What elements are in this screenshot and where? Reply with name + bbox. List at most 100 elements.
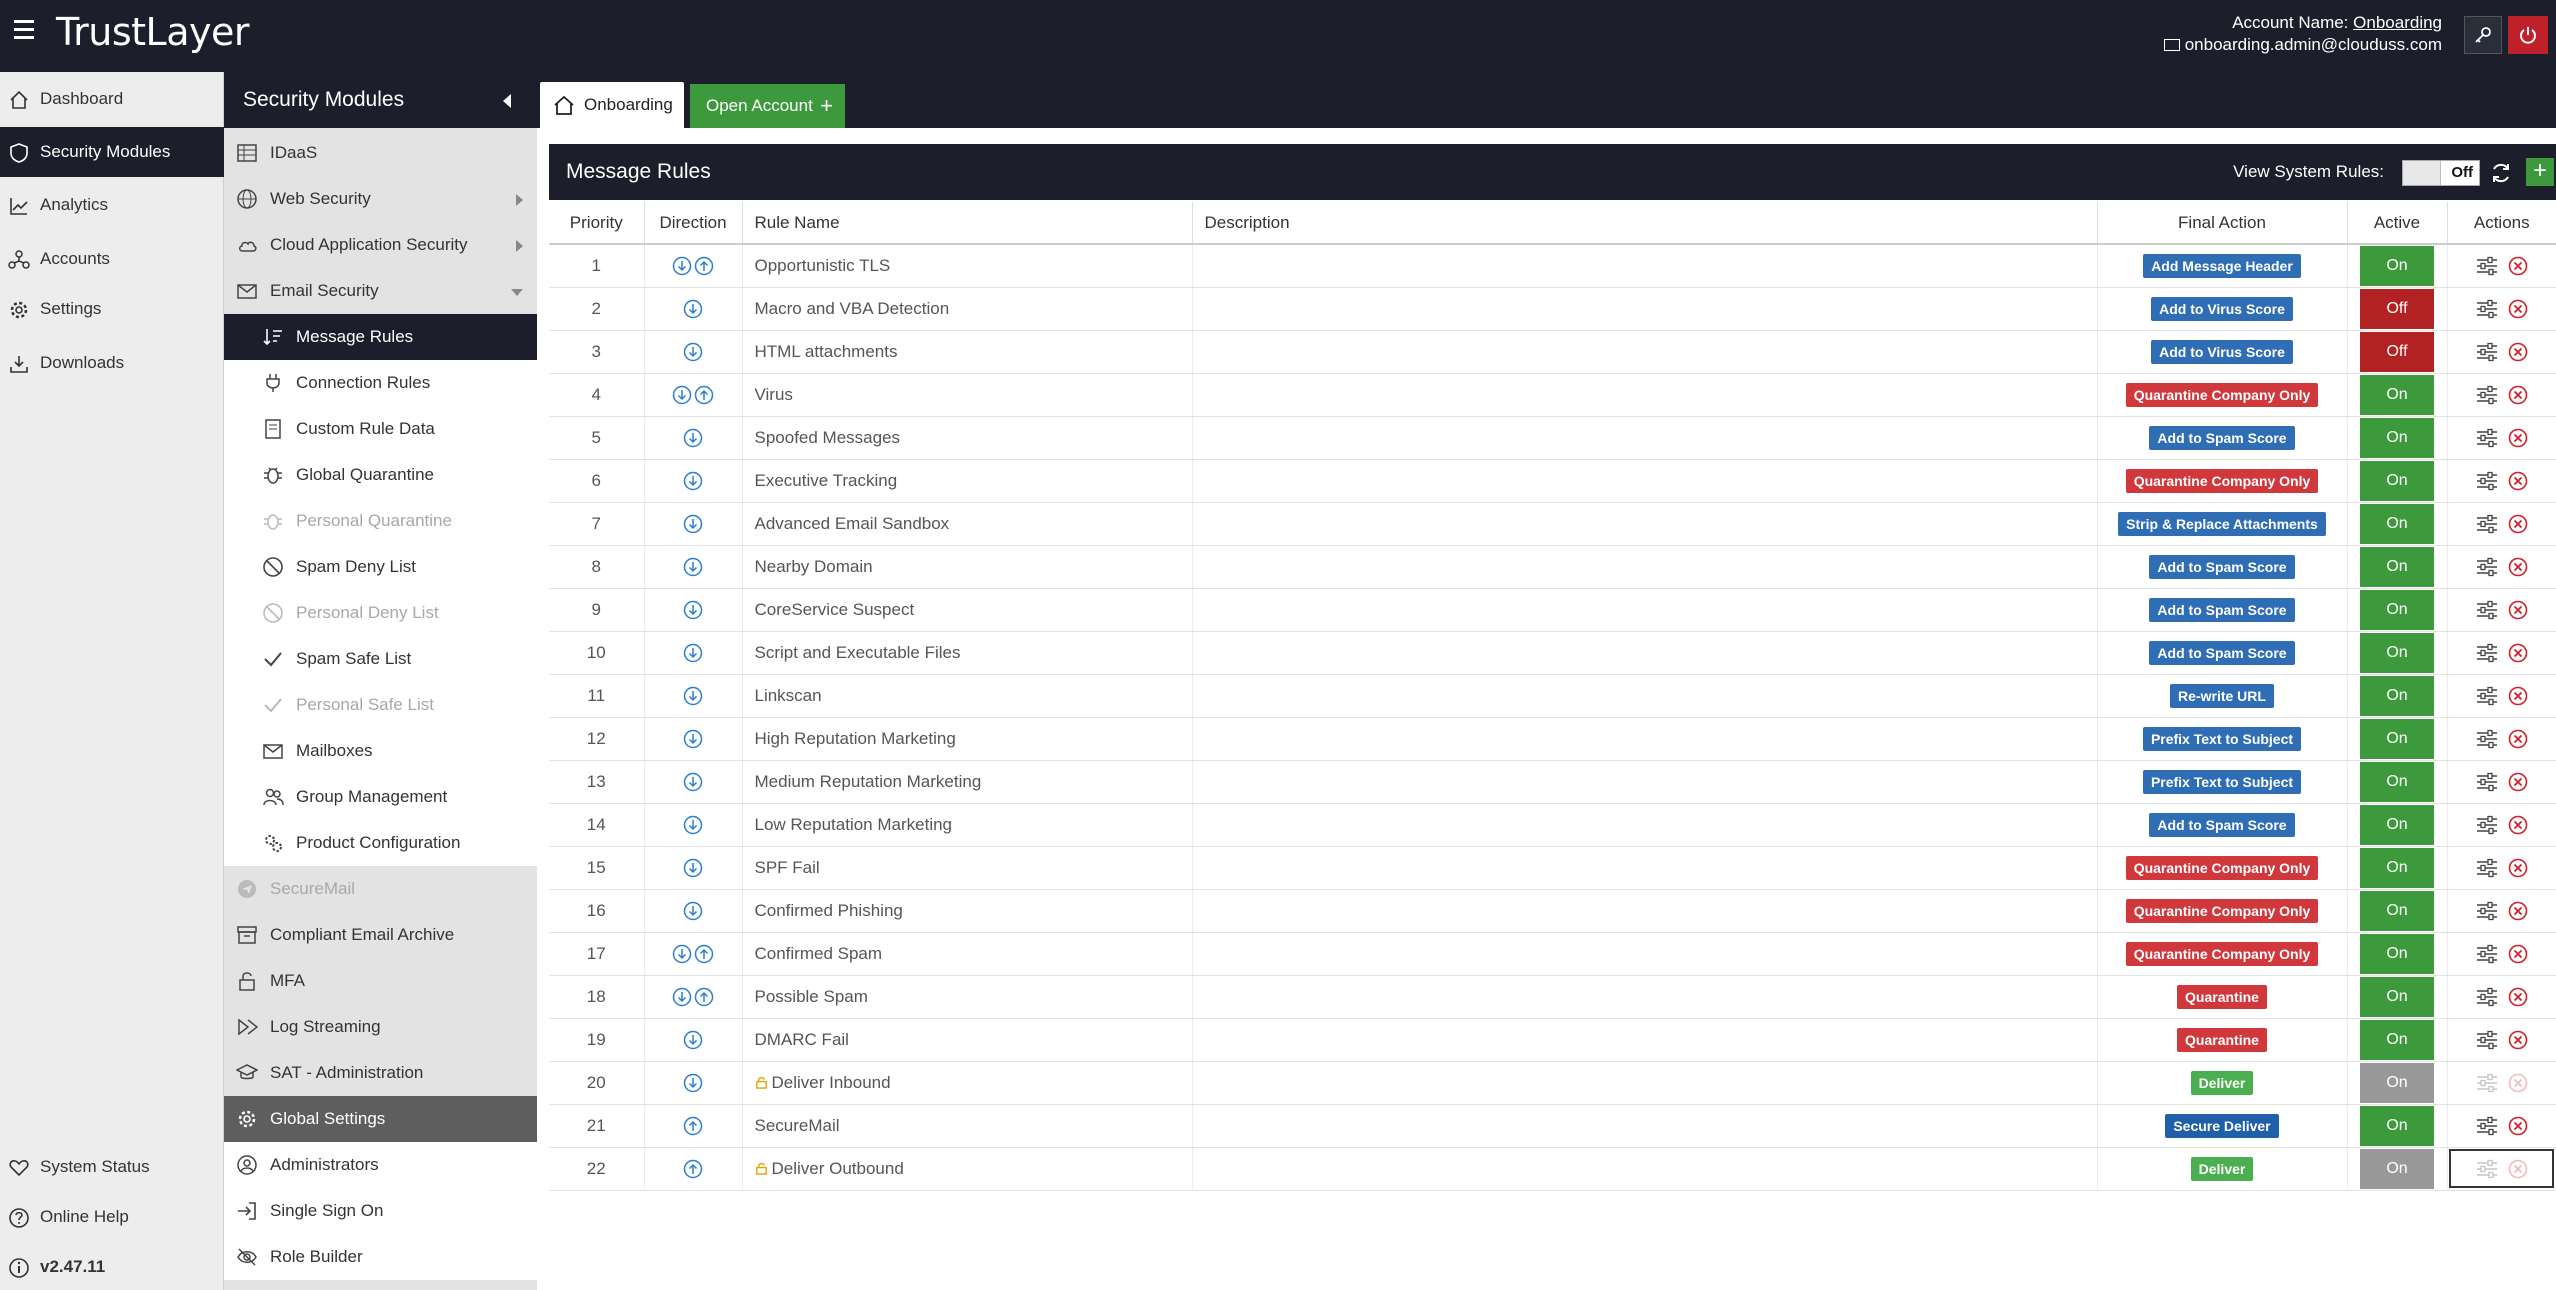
key-button[interactable] bbox=[2464, 16, 2502, 54]
table-row[interactable]: 19 DMARC Fail Quarantine On bbox=[549, 1018, 2556, 1062]
delete-icon[interactable] bbox=[2508, 1116, 2528, 1136]
logout-button[interactable] bbox=[2508, 16, 2548, 54]
settings-sliders-icon[interactable] bbox=[2476, 1116, 2498, 1136]
cell-rule-name[interactable]: Medium Reputation Marketing bbox=[742, 760, 1193, 804]
table-row[interactable]: 17 Confirmed Spam Quarantine Company Only O… bbox=[549, 932, 2556, 976]
delete-icon[interactable] bbox=[2508, 901, 2528, 921]
active-toggle[interactable]: On bbox=[2360, 1019, 2434, 1060]
settings-sliders-icon[interactable] bbox=[2476, 557, 2498, 577]
active-toggle[interactable]: Off bbox=[2360, 288, 2434, 329]
hamburger-menu-icon[interactable] bbox=[14, 20, 36, 42]
header-direction[interactable]: Direction bbox=[644, 202, 743, 245]
cell-rule-name[interactable]: High Reputation Marketing bbox=[742, 717, 1193, 761]
table-row[interactable]: 16 Confirmed Phishing Quarantine Company O… bbox=[549, 889, 2556, 933]
sec-item-product-configuration[interactable]: Product Configuration bbox=[224, 820, 537, 866]
table-row[interactable]: 22 Deliver Outbound Deliver On bbox=[549, 1147, 2556, 1191]
sec-item-idaas[interactable]: IDaaS bbox=[224, 130, 537, 176]
active-toggle[interactable]: On bbox=[2360, 675, 2434, 716]
account-name-link[interactable]: Onboarding bbox=[2353, 13, 2442, 32]
settings-sliders-icon[interactable] bbox=[2476, 643, 2498, 663]
cell-rule-name[interactable]: Deliver Inbound bbox=[742, 1061, 1193, 1105]
nav-analytics[interactable]: Analytics bbox=[0, 180, 224, 230]
active-toggle[interactable]: On bbox=[2360, 890, 2434, 931]
settings-sliders-icon[interactable] bbox=[2476, 815, 2498, 835]
sec-item-sat-administration[interactable]: SAT - Administration bbox=[224, 1050, 537, 1096]
delete-icon[interactable] bbox=[2508, 299, 2528, 319]
delete-icon[interactable] bbox=[2508, 385, 2528, 405]
table-row[interactable]: 5 Spoofed Messages Add to Spam Score On bbox=[549, 416, 2556, 460]
active-toggle[interactable]: On bbox=[2360, 976, 2434, 1017]
sec-item-personal-deny-list[interactable]: Personal Deny List bbox=[224, 590, 537, 636]
table-row[interactable]: 11 Linkscan Re-write URL On bbox=[549, 674, 2556, 718]
settings-sliders-icon[interactable] bbox=[2476, 428, 2498, 448]
delete-icon[interactable] bbox=[2508, 729, 2528, 749]
delete-icon[interactable] bbox=[2508, 1073, 2528, 1093]
table-row[interactable]: 14 Low Reputation Marketing Add to Spam Sc… bbox=[549, 803, 2556, 847]
sec-item-spam-deny-list[interactable]: Spam Deny List bbox=[224, 544, 537, 590]
sec-item-global-quarantine[interactable]: Global Quarantine bbox=[224, 452, 537, 498]
table-row[interactable]: 10 Script and Executable Files Add to Spam… bbox=[549, 631, 2556, 675]
collapse-icon[interactable] bbox=[511, 289, 523, 296]
table-row[interactable]: 21 SecureMail Secure Deliver On bbox=[549, 1104, 2556, 1148]
tab-onboarding[interactable]: Onboarding bbox=[540, 82, 684, 128]
table-row[interactable]: 15 SPF Fail Quarantine Company Only On bbox=[549, 846, 2556, 890]
table-row[interactable]: 4 Virus Quarantine Company Only On bbox=[549, 373, 2556, 417]
settings-sliders-icon[interactable] bbox=[2476, 772, 2498, 792]
active-toggle[interactable]: On bbox=[2360, 632, 2434, 673]
header-rule-name[interactable]: Rule Name bbox=[742, 202, 1193, 245]
delete-icon[interactable] bbox=[2508, 1159, 2528, 1179]
delete-icon[interactable] bbox=[2508, 342, 2528, 362]
cell-rule-name[interactable]: Macro and VBA Detection bbox=[742, 287, 1193, 331]
open-account-button[interactable]: Open Account + bbox=[690, 84, 845, 128]
cell-rule-name[interactable]: Executive Tracking bbox=[742, 459, 1193, 503]
active-toggle[interactable]: On bbox=[2360, 847, 2434, 888]
collapse-panel-icon[interactable] bbox=[503, 94, 511, 108]
active-toggle[interactable]: On bbox=[2360, 417, 2434, 458]
table-row[interactable]: 3 HTML attachments Add to Virus Score Off bbox=[549, 330, 2556, 374]
active-toggle[interactable]: On bbox=[2360, 546, 2434, 587]
table-row[interactable]: 8 Nearby Domain Add to Spam Score On bbox=[549, 545, 2556, 589]
sec-item-group-management[interactable]: Group Management bbox=[224, 774, 537, 820]
cell-rule-name[interactable]: Virus bbox=[742, 373, 1193, 417]
cell-rule-name[interactable]: SPF Fail bbox=[742, 846, 1193, 890]
delete-icon[interactable] bbox=[2508, 256, 2528, 276]
nav-accounts[interactable]: Accounts bbox=[0, 234, 224, 284]
delete-icon[interactable] bbox=[2508, 858, 2528, 878]
sec-item-securemail[interactable]: SecureMail bbox=[224, 866, 537, 912]
nav-settings[interactable]: Settings bbox=[0, 284, 224, 334]
settings-sliders-icon[interactable] bbox=[2476, 342, 2498, 362]
header-final-action[interactable]: Final Action bbox=[2097, 202, 2348, 245]
settings-sliders-icon[interactable] bbox=[2476, 1073, 2498, 1093]
expand-icon[interactable] bbox=[516, 194, 523, 206]
sec-item-single-sign-on[interactable]: Single Sign On bbox=[224, 1188, 537, 1234]
active-toggle[interactable]: On bbox=[2360, 933, 2434, 974]
active-toggle[interactable]: On bbox=[2360, 503, 2434, 544]
settings-sliders-icon[interactable] bbox=[2476, 514, 2498, 534]
sec-item-connection-rules[interactable]: Connection Rules bbox=[224, 360, 537, 406]
delete-icon[interactable] bbox=[2508, 772, 2528, 792]
header-priority[interactable]: Priority bbox=[549, 202, 645, 245]
delete-icon[interactable] bbox=[2508, 686, 2528, 706]
cell-rule-name[interactable]: Script and Executable Files bbox=[742, 631, 1193, 675]
settings-sliders-icon[interactable] bbox=[2476, 686, 2498, 706]
delete-icon[interactable] bbox=[2508, 987, 2528, 1007]
settings-sliders-icon[interactable] bbox=[2476, 1030, 2498, 1050]
table-row[interactable]: 13 Medium Reputation Marketing Prefix Text… bbox=[549, 760, 2556, 804]
settings-sliders-icon[interactable] bbox=[2476, 600, 2498, 620]
add-rule-button[interactable]: + bbox=[2526, 158, 2554, 186]
cell-rule-name[interactable]: CoreService Suspect bbox=[742, 588, 1193, 632]
delete-icon[interactable] bbox=[2508, 643, 2528, 663]
settings-sliders-icon[interactable] bbox=[2476, 385, 2498, 405]
cell-rule-name[interactable]: Nearby Domain bbox=[742, 545, 1193, 589]
sec-item-spam-safe-list[interactable]: Spam Safe List bbox=[224, 636, 537, 682]
active-toggle[interactable]: On bbox=[2360, 1148, 2434, 1189]
delete-icon[interactable] bbox=[2508, 815, 2528, 835]
delete-icon[interactable] bbox=[2508, 944, 2528, 964]
sec-item-personal-quarantine[interactable]: Personal Quarantine bbox=[224, 498, 537, 544]
active-toggle[interactable]: On bbox=[2360, 1062, 2434, 1103]
table-row[interactable]: 20 Deliver Inbound Deliver On bbox=[549, 1061, 2556, 1105]
settings-sliders-icon[interactable] bbox=[2476, 858, 2498, 878]
cell-rule-name[interactable]: Confirmed Phishing bbox=[742, 889, 1193, 933]
active-toggle[interactable]: On bbox=[2360, 374, 2434, 415]
sec-item-mfa[interactable]: MFA bbox=[224, 958, 537, 1004]
